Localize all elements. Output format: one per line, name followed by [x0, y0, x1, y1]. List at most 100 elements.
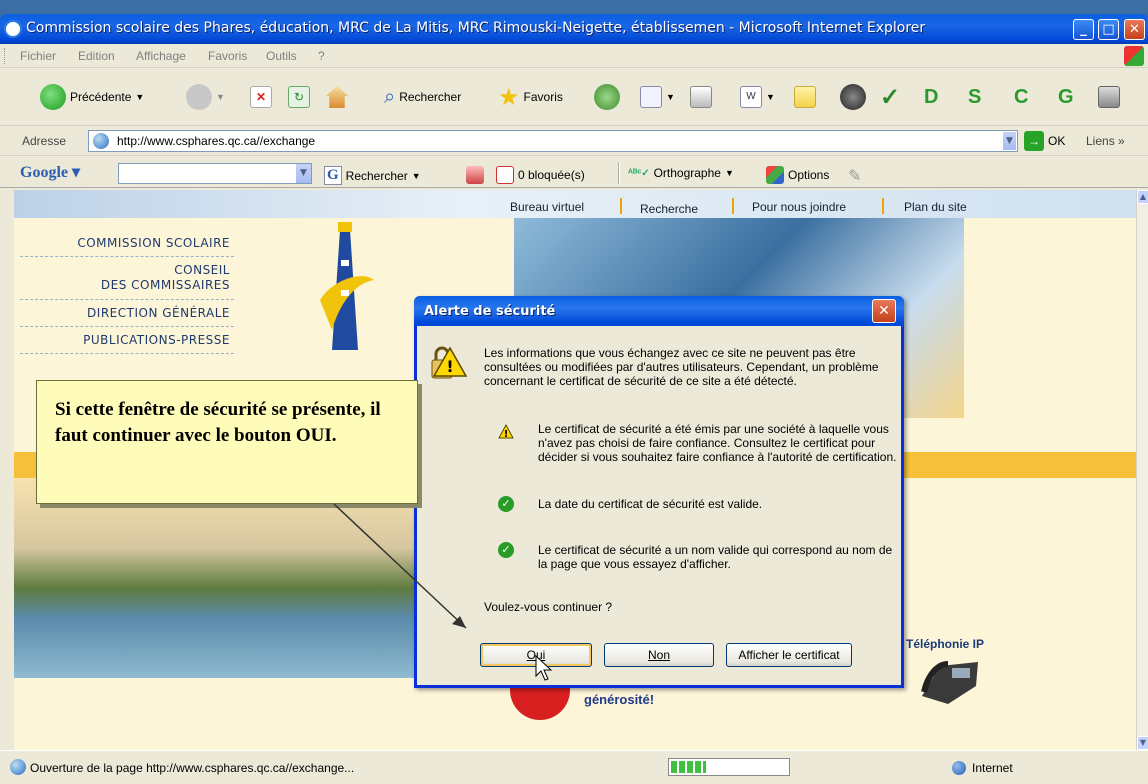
research-button[interactable]	[1098, 82, 1120, 112]
telephonie-ip-label[interactable]: Téléphonie IP	[906, 637, 984, 651]
view-certificate-button[interactable]: Afficher le certificat	[726, 643, 852, 667]
nav-separator	[732, 198, 734, 214]
letter-c-button[interactable]: C	[1014, 82, 1028, 112]
maximize-button[interactable]: □	[1098, 19, 1119, 40]
google-search-input[interactable]	[118, 163, 312, 184]
menu-publications-presse[interactable]: PUBLICATIONS-PRESSE	[20, 327, 234, 354]
favorites-button[interactable]: ★ Favoris	[498, 82, 563, 112]
google-search-label: Rechercher	[345, 168, 408, 183]
home-icon	[326, 86, 348, 108]
toolbar-grip[interactable]	[4, 48, 7, 64]
cert-name-text: Le certificat de sécurité a un nom valid…	[538, 543, 893, 571]
address-dropdown-button[interactable]: ▼	[1002, 131, 1017, 151]
forward-arrow-icon	[186, 84, 212, 110]
refresh-button[interactable]: ↻	[288, 82, 310, 112]
popup-block-icon	[496, 166, 514, 184]
letter-d-button[interactable]: D	[924, 82, 938, 112]
menu-affichage[interactable]: Affichage	[136, 49, 186, 63]
favorites-label: Favoris	[523, 90, 563, 104]
scroll-down-button[interactable]: ▼	[1137, 736, 1148, 750]
warning-icon: !	[498, 424, 514, 440]
windows-logo-icon	[1124, 46, 1144, 66]
scroll-up-button[interactable]: ▲	[1137, 190, 1148, 204]
callout-arrow	[333, 503, 467, 629]
letter-g-button[interactable]: G	[1058, 82, 1074, 112]
refresh-icon: ↻	[288, 86, 310, 108]
check-button[interactable]: ✓	[880, 82, 900, 112]
highlight-button[interactable]: ✎	[848, 166, 861, 186]
google-logo: Google	[20, 164, 68, 181]
menu-outils[interactable]: Outils	[266, 49, 297, 63]
google-search-dropdown[interactable]: ▼	[296, 164, 311, 183]
window-titlebar[interactable]: Commission scolaire des Phares, éducatio…	[0, 14, 1148, 44]
cert-warning-text: Le certificat de sécurité a été émis par…	[538, 422, 897, 464]
continue-question: Voulez-vous continuer ?	[484, 600, 613, 614]
generosity-text[interactable]: générosité!	[584, 692, 654, 707]
search-label: Rechercher	[399, 90, 462, 104]
print-button[interactable]	[690, 82, 712, 112]
menu-favoris[interactable]: Favoris	[208, 49, 247, 63]
stop-icon: ✕	[250, 86, 272, 108]
pagerank-icon	[466, 166, 484, 184]
nav-bureau-virtuel[interactable]: Bureau virtuel	[510, 200, 584, 214]
status-text: Ouverture de la page http://www.csphares…	[30, 761, 355, 775]
svg-text:!: !	[446, 357, 453, 376]
nav-recherche[interactable]: Recherche	[640, 202, 698, 216]
progress-fill	[671, 761, 706, 773]
highlighter-icon: ✎	[848, 168, 862, 185]
back-button[interactable]: Précédente ▼	[40, 82, 144, 112]
back-arrow-icon	[40, 84, 66, 110]
nav-plan-du-site[interactable]: Plan du site	[904, 200, 967, 214]
menu-conseil-commissaires[interactable]: CONSEIL DES COMMISSAIRES	[20, 257, 234, 300]
history-button[interactable]	[594, 82, 620, 112]
chevron-down-icon: ▼	[135, 92, 145, 102]
globe-icon	[952, 761, 966, 775]
toolbar-separator	[618, 162, 620, 184]
menu-edition[interactable]: Edition	[78, 49, 115, 63]
menu-fichier[interactable]: Fichier	[20, 49, 56, 63]
close-button[interactable]: ✕	[1124, 19, 1145, 40]
star-icon: ★	[498, 83, 520, 111]
nav-separator	[882, 198, 884, 214]
nav-separator	[620, 198, 622, 214]
word-icon: W	[740, 86, 762, 108]
minimize-button[interactable]: _	[1073, 19, 1094, 40]
options-icon	[766, 166, 784, 184]
nav-pour-nous-joindre[interactable]: Pour nous joindre	[752, 200, 846, 214]
options-button[interactable]: Options	[766, 166, 829, 184]
no-button[interactable]: Non	[604, 643, 714, 667]
google-logo-button[interactable]: Google ▾	[20, 162, 80, 182]
mail-button[interactable]: ▼	[640, 82, 675, 112]
spellcheck-icon: ᴬᴮᶜ✓	[628, 167, 650, 179]
dialog-close-button[interactable]: ✕	[872, 299, 896, 323]
chevron-down-icon: ▼	[724, 168, 734, 178]
popup-blocker-button[interactable]: 0 bloquée(s)	[496, 166, 585, 184]
options-label: Options	[788, 168, 830, 182]
pagerank-button[interactable]	[466, 166, 484, 184]
links-button[interactable]: Liens »	[1086, 134, 1125, 148]
go-arrow-icon: →	[1024, 131, 1044, 151]
menu-commission-scolaire[interactable]: COMMISSION SCOLAIRE	[20, 230, 234, 257]
edit-word-button[interactable]: W ▼	[740, 82, 775, 112]
search-button[interactable]: ⌕ Rechercher	[384, 82, 461, 112]
menu-help[interactable]: ?	[318, 49, 325, 63]
menu-direction-generale[interactable]: DIRECTION GÉNÉRALE	[20, 300, 234, 327]
vertical-scrollbar[interactable]: ▲ ▼	[1136, 190, 1148, 750]
spellcheck-label: Orthographe	[653, 166, 721, 180]
letter-s-button[interactable]: S	[968, 82, 981, 112]
lighthouse-logo	[320, 222, 374, 350]
home-button[interactable]	[326, 82, 348, 112]
notes-button[interactable]	[794, 82, 816, 112]
stop-button[interactable]: ✕	[250, 82, 272, 112]
callout-text: Si cette fenêtre de sécurité se présente…	[55, 399, 381, 446]
dialog-title: Alerte de sécurité	[424, 304, 556, 319]
telephone-icon[interactable]	[918, 656, 984, 708]
checkmark-icon: ✓	[880, 83, 901, 111]
go-button[interactable]: → OK	[1024, 131, 1065, 151]
google-search-button[interactable]: G Rechercher ▼	[324, 166, 421, 185]
address-input[interactable]: http://www.csphares.qc.ca//exchange	[88, 130, 1018, 152]
forward-button[interactable]: ▼	[186, 82, 225, 112]
links-label: Liens	[1086, 134, 1115, 148]
messenger-button[interactable]	[840, 82, 866, 112]
spellcheck-button[interactable]: ᴬᴮᶜ✓ Orthographe ▼	[628, 166, 734, 180]
